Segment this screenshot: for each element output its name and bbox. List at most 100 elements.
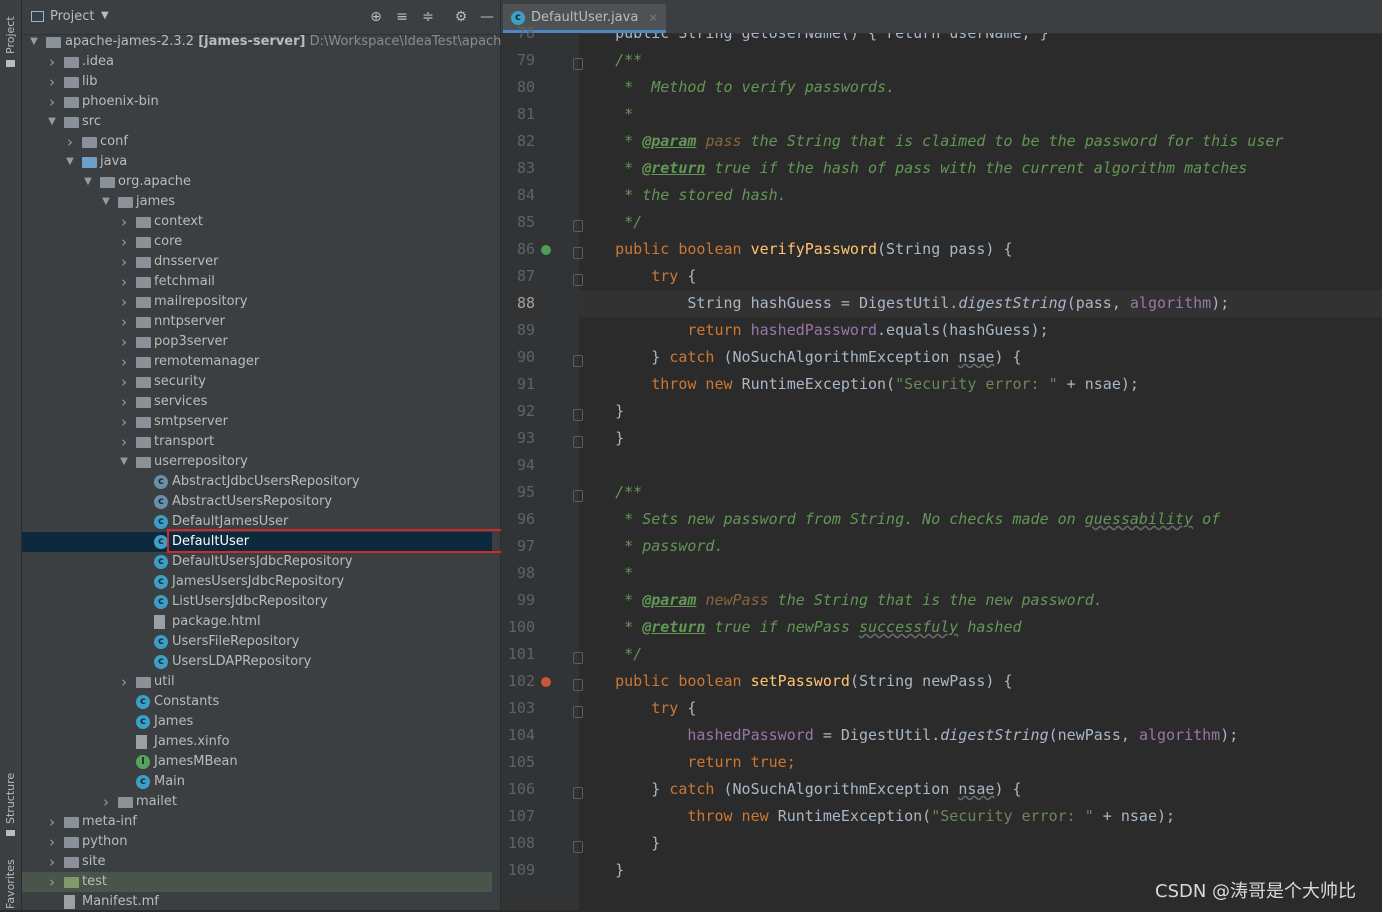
chevron-right-icon[interactable]: › [46,812,58,832]
code-line[interactable]: */ [579,641,1382,668]
code-line[interactable]: * @return true if newPass successfuly ha… [579,614,1382,641]
structure-tool-tab[interactable]: Structure [0,770,21,840]
code-line[interactable]: * @param pass the String that is claimed… [579,128,1382,155]
code-line[interactable]: * the stored hash. [579,182,1382,209]
chevron-down-icon[interactable]: ▼ [101,10,109,21]
chevron-down-icon[interactable]: ▼ [46,112,58,132]
code-line[interactable]: * Sets new password from String. No chec… [579,506,1382,533]
chevron-down-icon[interactable]: ▼ [28,32,40,52]
code-line[interactable]: */ [579,209,1382,236]
code-line[interactable]: } [579,425,1382,452]
tree-item[interactable]: › util [22,672,492,692]
chevron-down-icon[interactable]: ▼ [64,152,76,172]
chevron-right-icon[interactable]: › [118,212,130,232]
tree-item[interactable]: ▼ src [22,112,492,132]
chevron-right-icon[interactable]: › [118,232,130,252]
tree-item[interactable]: › smtpserver [22,412,492,432]
chevron-right-icon[interactable]: › [46,852,58,872]
tree-item[interactable]: › fetchmail [22,272,492,292]
tree-item[interactable]: c JamesUsersJdbcRepository [22,572,492,592]
tree-item[interactable]: I JamesMBean [22,752,492,772]
code-line[interactable]: } catch (NoSuchAlgorithmException nsae) … [579,344,1382,371]
tree-item[interactable]: c AbstractUsersRepository [22,492,492,512]
code-line[interactable]: return hashedPassword.equals(hashGuess); [579,317,1382,344]
code-area[interactable]: public String getUserName() { return use… [579,33,1382,910]
tree-item[interactable]: c UsersFileRepository [22,632,492,652]
tree-item[interactable]: c Main [22,772,492,792]
code-line[interactable]: * password. [579,533,1382,560]
tree-item[interactable]: › python [22,832,492,852]
tree-item[interactable]: › dnsserver [22,252,492,272]
chevron-right-icon[interactable]: › [118,672,130,692]
chevron-right-icon[interactable]: › [118,252,130,272]
code-line[interactable]: return true; [579,749,1382,776]
code-line[interactable]: /** [579,479,1382,506]
chevron-right-icon[interactable]: › [118,332,130,352]
tree-item[interactable]: ▼ james [22,192,492,212]
tree-item[interactable]: c UsersLDAPRepository [22,652,492,672]
code-line[interactable]: /** [579,47,1382,74]
chevron-right-icon[interactable]: › [118,432,130,452]
chevron-down-icon[interactable]: ▼ [118,452,130,472]
tree-item[interactable]: c Constants [22,692,492,712]
tree-item[interactable]: ▼ org.apache [22,172,492,192]
tree-item[interactable]: › meta-inf [22,812,492,832]
code-line[interactable]: } [579,830,1382,857]
chevron-right-icon[interactable]: › [46,872,58,892]
tree-item[interactable]: › pop3server [22,332,492,352]
tree-item[interactable]: › mailrepository [22,292,492,312]
expand-all-icon[interactable]: ≡ [394,9,410,25]
tree-item[interactable]: › conf [22,132,492,152]
tree-root-row[interactable]: ▼ apache-james-2.3.2 [james-server] D:\W… [22,32,591,52]
chevron-right-icon[interactable]: › [118,372,130,392]
code-line[interactable]: throw new RuntimeException("Security err… [579,803,1382,830]
code-line[interactable]: * @param newPass the String that is the … [579,587,1382,614]
chevron-right-icon[interactable]: › [118,292,130,312]
tree-item[interactable]: c James [22,712,492,732]
tree-item[interactable]: c ListUsersJdbcRepository [22,592,492,612]
tree-item[interactable]: › nntpserver [22,312,492,332]
tree-item[interactable]: c AbstractJdbcUsersRepository [22,472,492,492]
tree-item[interactable]: › transport [22,432,492,452]
chevron-right-icon[interactable]: › [118,412,130,432]
implements-method-icon[interactable] [541,245,551,255]
gear-icon[interactable]: ⚙ [453,9,469,25]
minimize-icon[interactable]: — [479,9,495,25]
tree-item[interactable]: › core [22,232,492,252]
chevron-right-icon[interactable]: › [64,132,76,152]
collapse-all-icon[interactable]: ≑ [420,9,436,25]
code-line[interactable]: * Method to verify passwords. [579,74,1382,101]
chevron-down-icon[interactable]: ▼ [82,172,94,192]
override-method-icon[interactable] [541,677,551,687]
tree-item[interactable]: package.html [22,612,492,632]
tree-item[interactable]: James.xinfo [22,732,492,752]
chevron-down-icon[interactable]: ▼ [100,192,112,212]
chevron-right-icon[interactable]: › [118,392,130,412]
tree-item[interactable]: › site [22,852,492,872]
favorites-tool-tab[interactable]: Favorites [0,855,21,910]
tree-item[interactable]: ▼ java [22,152,492,172]
chevron-right-icon[interactable]: › [46,92,58,112]
code-line[interactable]: } [579,398,1382,425]
chevron-right-icon[interactable]: › [46,832,58,852]
tree-item[interactable]: › remotemanager [22,352,492,372]
code-line[interactable]: } catch (NoSuchAlgorithmException nsae) … [579,776,1382,803]
chevron-right-icon[interactable]: › [118,272,130,292]
tree-item[interactable]: Manifest.mf [22,892,492,912]
code-line[interactable]: * [579,101,1382,128]
close-icon[interactable]: ✕ [648,4,658,32]
code-line[interactable]: * [579,560,1382,587]
code-line[interactable]: String hashGuess = DigestUtil.digestStri… [579,290,1382,317]
tree-item[interactable]: › security [22,372,492,392]
tree-item[interactable]: c DefaultUsersJdbcRepository [22,552,492,572]
code-line[interactable]: throw new RuntimeException("Security err… [579,371,1382,398]
tree-item[interactable]: › test [22,872,492,892]
tree-item[interactable]: › lib [22,72,492,92]
code-line[interactable]: try { [579,695,1382,722]
chevron-right-icon[interactable]: › [46,72,58,92]
tree-item[interactable]: › mailet [22,792,492,812]
code-line[interactable]: hashedPassword = DigestUtil.digestString… [579,722,1382,749]
tree-item[interactable]: › services [22,392,492,412]
locate-icon[interactable]: ⊕ [368,9,384,25]
chevron-right-icon[interactable]: › [118,312,130,332]
